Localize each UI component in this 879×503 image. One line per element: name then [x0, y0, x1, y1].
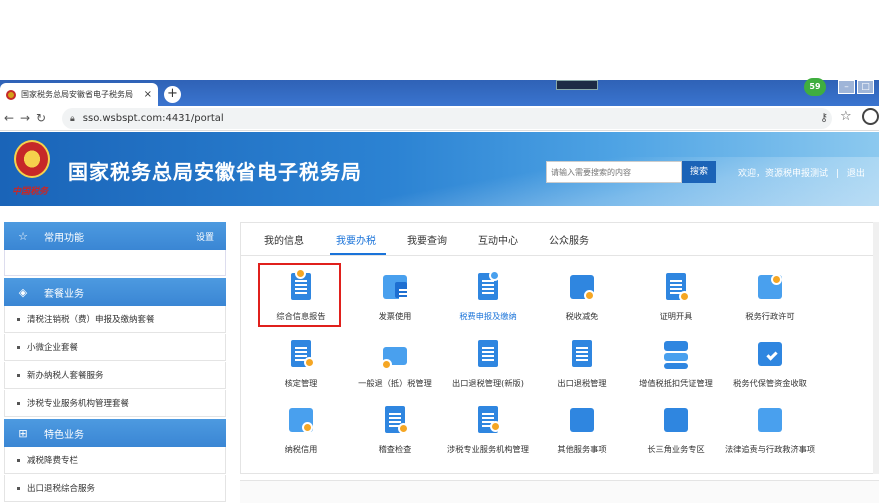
- reload-icon[interactable]: ↻: [34, 111, 48, 125]
- tab-my-info[interactable]: 我的信息: [264, 232, 304, 247]
- invoice-icon: [379, 272, 411, 304]
- main-panel-bottom: [240, 480, 879, 503]
- bullet-icon: [17, 345, 20, 349]
- tile-tax-relief[interactable]: 税收减免: [534, 272, 630, 322]
- tile-certificate[interactable]: 证明开具: [628, 272, 724, 322]
- welcome-divider: |: [835, 169, 839, 179]
- slogan-logo: 中国税务: [12, 187, 49, 197]
- browser-tab[interactable]: 国家税务总局安徽省电子税务局 ×: [0, 83, 158, 106]
- main-panel: 我的信息 我要办税 我要查询 互动中心 公众服务 综合信息报告 发票使用 税费申…: [240, 222, 879, 474]
- tab-query[interactable]: 我要查询: [407, 232, 447, 247]
- certificate-icon: [660, 272, 692, 304]
- welcome-text: 欢迎，资源税申报测试: [738, 169, 829, 179]
- legal-icon: [754, 405, 786, 437]
- other-icon: [566, 405, 598, 437]
- bullet-icon: [17, 373, 20, 377]
- logout-link[interactable]: 退出: [847, 169, 865, 179]
- sidebar-item-agency-package[interactable]: 涉税专业服务机构管理套餐: [4, 390, 226, 417]
- active-tab-indicator: [330, 253, 386, 255]
- close-tab-icon[interactable]: ×: [144, 89, 152, 100]
- tile-yangtze-delta[interactable]: 长三角业务专区: [628, 405, 724, 455]
- favorites-header[interactable]: ☆ 常用功能 设置: [4, 222, 226, 250]
- url-field[interactable]: 🔒︎ sso.wsbspt.com:4431/portal: [62, 108, 832, 129]
- special-header[interactable]: ⊞ 特色业务: [4, 419, 226, 447]
- custody-icon: [754, 339, 786, 371]
- browser-tab-title: 国家税务总局安徽省电子税务局: [21, 90, 133, 99]
- address-bar: ← → ↻ 🔒︎ sso.wsbspt.com:4431/portal: [0, 106, 879, 131]
- site-header: 中国税务 国家税务总局安徽省电子税务局 搜索 欢迎，资源税申报测试 | 退出: [0, 132, 879, 206]
- tab-public-service[interactable]: 公众服务: [549, 232, 589, 247]
- tax-relief-icon: [566, 272, 598, 304]
- bullet-icon: [17, 401, 20, 405]
- tile-other-services[interactable]: 其他服务事项: [534, 405, 630, 455]
- export-refund-icon: [566, 339, 598, 371]
- credit-icon: [285, 405, 317, 437]
- settings-link[interactable]: 设置: [196, 230, 214, 243]
- main-tabs: 我的信息 我要办税 我要查询 互动中心 公众服务: [241, 223, 879, 256]
- taskbar-window-icon: [556, 80, 598, 90]
- new-tab-button[interactable]: +: [164, 86, 181, 103]
- search-button[interactable]: 搜索: [682, 161, 716, 183]
- tile-admin-license[interactable]: 税务行政许可: [722, 272, 818, 322]
- tab-interaction[interactable]: 互动中心: [478, 232, 518, 247]
- tile-general-refund[interactable]: 一般退（抵）税管理: [347, 339, 443, 389]
- tile-vat-voucher[interactable]: 增值税抵扣凭证管理: [628, 339, 724, 389]
- bullet-icon: [17, 317, 20, 321]
- profile-avatar-icon[interactable]: [862, 108, 879, 125]
- extension-badge[interactable]: 59: [804, 78, 826, 96]
- audit-icon: [379, 405, 411, 437]
- yangtze-icon: [660, 405, 692, 437]
- package-header[interactable]: ◈ 套餐业务: [4, 278, 226, 306]
- forward-icon[interactable]: →: [18, 111, 32, 125]
- password-key-icon[interactable]: ⚷: [820, 111, 828, 124]
- tile-custody-funds[interactable]: 税务代保管资金收取: [722, 339, 818, 389]
- special-title: 特色业务: [44, 429, 84, 441]
- tax-emblem-icon: [14, 140, 50, 178]
- tile-agency-management[interactable]: 涉税专业服务机构管理: [440, 405, 536, 455]
- url-text: sso.wsbspt.com:4431/portal: [82, 113, 224, 124]
- refund-icon: [379, 339, 411, 371]
- tile-export-refund-new[interactable]: 出口退税管理(新版): [440, 339, 536, 389]
- grid-icon: ⊞: [18, 426, 28, 440]
- layers-icon: ◈: [18, 285, 28, 299]
- license-icon: [754, 272, 786, 304]
- agency-icon: [472, 405, 504, 437]
- sidebar-item-export-refund[interactable]: 出口退税综合服务: [4, 475, 226, 502]
- browser-tab-bar: 国家税务总局安徽省电子税务局 ×: [0, 80, 879, 106]
- tile-invoice-use[interactable]: 发票使用: [347, 272, 443, 322]
- minimize-icon[interactable]: –: [838, 80, 855, 94]
- package-title: 套餐业务: [44, 288, 84, 300]
- user-welcome: 欢迎，资源税申报测试 | 退出: [738, 166, 865, 179]
- tile-tax-credit[interactable]: 纳税信用: [253, 405, 349, 455]
- tile-export-refund[interactable]: 出口退税管理: [534, 339, 630, 389]
- sidebar-item-deregistration[interactable]: 清税注销税（费）申报及缴纳套餐: [4, 306, 226, 333]
- vat-voucher-icon: [660, 339, 692, 371]
- favorites-body: [4, 250, 226, 276]
- scrollbar[interactable]: [873, 222, 879, 474]
- sidebar-item-small-business[interactable]: 小微企业套餐: [4, 334, 226, 361]
- site-favicon-icon: [6, 89, 16, 100]
- tile-inspection[interactable]: 稽查检查: [347, 405, 443, 455]
- sidebar-item-new-taxpayer[interactable]: 新办纳税人套餐服务: [4, 362, 226, 389]
- lock-icon[interactable]: 🔒︎: [70, 114, 75, 124]
- highlight-box: [258, 263, 341, 327]
- site-title: 国家税务总局安徽省电子税务局: [68, 160, 362, 184]
- tile-assessment[interactable]: 核定管理: [253, 339, 349, 389]
- sidebar-item-tax-reduction[interactable]: 减税降费专栏: [4, 447, 226, 474]
- tab-tax-handling[interactable]: 我要办税: [336, 232, 376, 247]
- declare-icon: [472, 270, 504, 304]
- bookmark-star-icon[interactable]: ☆: [840, 109, 852, 124]
- tile-legal-remedy[interactable]: 法律追责与行政救济事项: [722, 405, 818, 455]
- bullet-icon: [17, 486, 20, 490]
- back-icon[interactable]: ←: [2, 111, 16, 125]
- tile-declare-pay[interactable]: 税费申报及缴纳: [440, 270, 536, 322]
- sidebar: ☆ 常用功能 设置 ◈ 套餐业务 清税注销税（费）申报及缴纳套餐 小微企业套餐 …: [4, 222, 226, 503]
- favorites-title: 常用功能: [44, 232, 84, 244]
- star-icon: ☆: [18, 229, 28, 243]
- maximize-icon[interactable]: □: [857, 80, 874, 94]
- assess-icon: [285, 339, 317, 371]
- bullet-icon: [17, 458, 20, 462]
- export-refund-new-icon: [472, 339, 504, 371]
- search-input[interactable]: [546, 161, 682, 183]
